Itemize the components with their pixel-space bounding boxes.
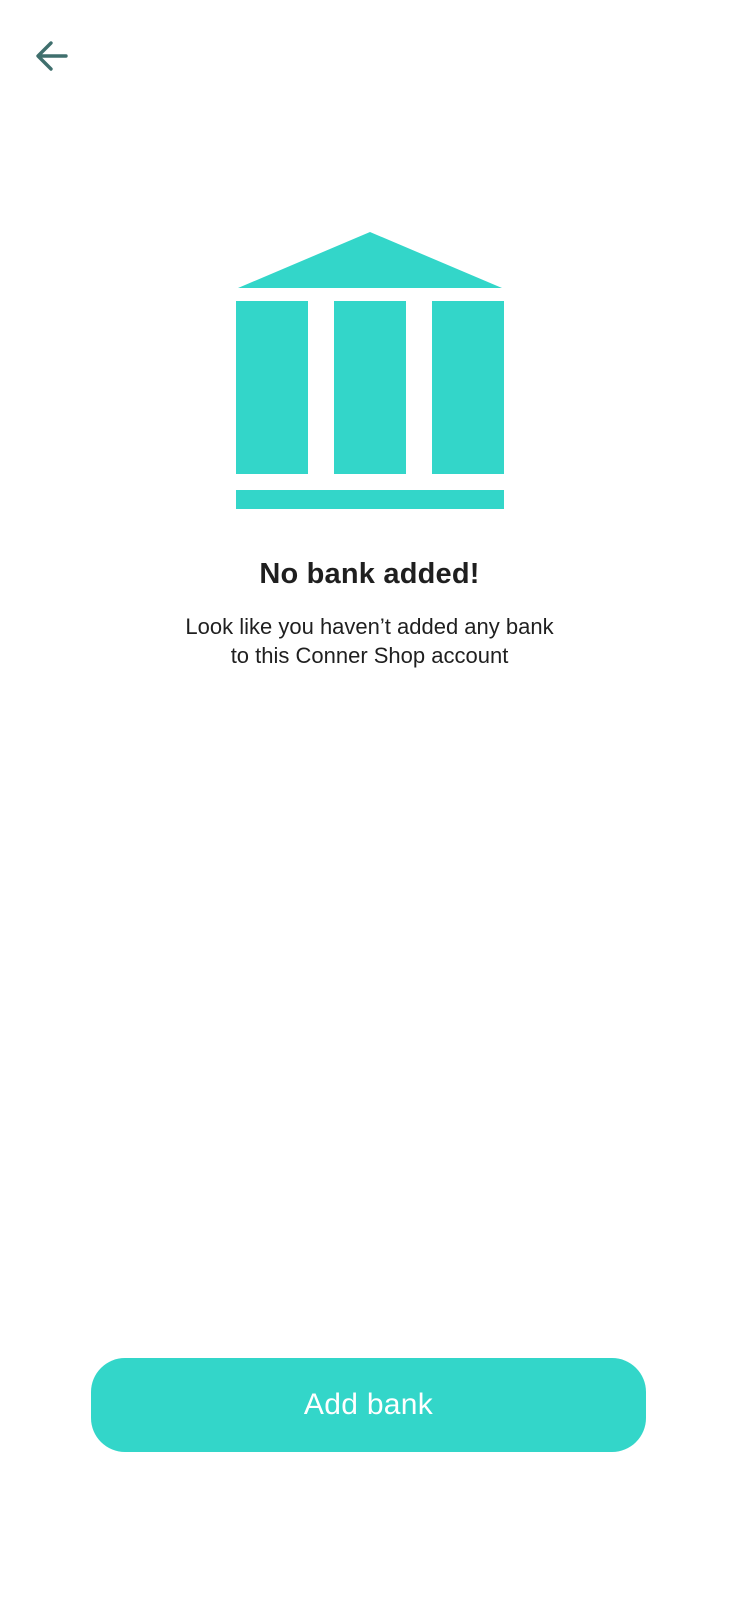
empty-state-message: Look like you haven’t added any bank to … <box>100 612 639 670</box>
empty-state-message-line-2: to this Conner Shop account <box>230 643 509 668</box>
arrow-left-icon <box>33 37 71 75</box>
bank-illustration <box>236 230 504 510</box>
empty-state-message-line-1: Look like you haven’t added any bank <box>185 614 554 639</box>
empty-state-title: No bank added! <box>259 558 480 590</box>
add-bank-button[interactable]: Add bank <box>91 1358 646 1452</box>
bank-icon <box>236 230 504 510</box>
back-button[interactable] <box>22 28 82 84</box>
